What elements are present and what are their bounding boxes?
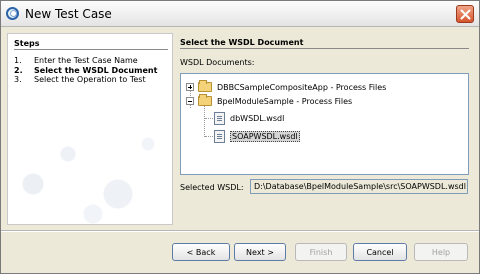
cancel-button[interactable]: Cancel [353, 243, 407, 261]
steps-heading: Steps [14, 39, 40, 48]
step-label: Select the WSDL Document [34, 65, 158, 75]
close-icon [460, 9, 471, 20]
step-item: 3. Select the Operation to Test [14, 75, 164, 85]
folder-open-icon [198, 94, 212, 106]
tree-node-dbbc[interactable]: DBBCSampleCompositeApp - Process Files [186, 80, 386, 94]
tree-node-label: BpelModuleSample - Process Files [217, 96, 353, 106]
tree-connector [205, 136, 213, 137]
wsdl-file-icon [214, 129, 225, 143]
close-button[interactable] [456, 5, 474, 23]
next-button[interactable]: Next > [234, 243, 286, 261]
steps-panel: Steps 1. Enter the Test Case Name 2. Sel… [7, 33, 173, 225]
step-number: 3. [14, 75, 22, 84]
step-number: 2. [14, 65, 23, 75]
tree-node-dbwsdl[interactable]: dbWSDL.wsdl [214, 111, 284, 125]
steps-list: 1. Enter the Test Case Name 2. Select th… [14, 56, 164, 85]
selected-wsdl-field[interactable]: D:\Database\BpelModuleSample\src\SOAPWSD… [250, 179, 468, 194]
window-title: New Test Case [25, 7, 112, 21]
dialog-window: New Test Case Steps 1. Enter the Test Ca… [0, 0, 480, 274]
button-bar-divider [1, 230, 479, 231]
tree-connector [205, 118, 213, 119]
step-item: 1. Enter the Test Case Name [14, 56, 164, 66]
tree-node-label: DBBCSampleCompositeApp - Process Files [217, 82, 387, 92]
tree-node-bpel[interactable]: BpelModuleSample - Process Files [186, 94, 352, 108]
collapse-icon[interactable] [186, 97, 194, 105]
step-number: 1. [14, 56, 22, 65]
help-button[interactable]: Help [414, 243, 468, 261]
tree-node-soapwsdl[interactable]: SOAPWSDL.wsdl [214, 129, 300, 143]
folder-icon [198, 80, 212, 92]
wsdl-documents-label: WSDL Documents: [180, 58, 255, 67]
step-item-current: 2. Select the WSDL Document [14, 66, 164, 76]
title-divider [180, 48, 469, 49]
steps-divider [14, 49, 168, 50]
step-label: Select the Operation to Test [34, 75, 146, 84]
content-panel: Select the WSDL Document WSDL Documents:… [177, 33, 473, 225]
back-button[interactable]: < Back [172, 243, 230, 261]
tree-node-label-selected: SOAPWSDL.wsdl [230, 130, 300, 142]
selected-wsdl-label: Selected WSDL: [180, 183, 244, 192]
app-icon [6, 7, 19, 20]
finish-button[interactable]: Finish [295, 243, 347, 261]
expand-icon[interactable] [186, 83, 194, 91]
wsdl-tree[interactable]: DBBCSampleCompositeApp - Process Files B… [180, 73, 469, 175]
title-bar[interactable]: New Test Case [1, 1, 479, 27]
step-label: Enter the Test Case Name [34, 56, 138, 65]
wsdl-file-icon [214, 111, 225, 125]
tree-node-label: dbWSDL.wsdl [230, 113, 285, 123]
page-title: Select the WSDL Document [180, 38, 304, 47]
